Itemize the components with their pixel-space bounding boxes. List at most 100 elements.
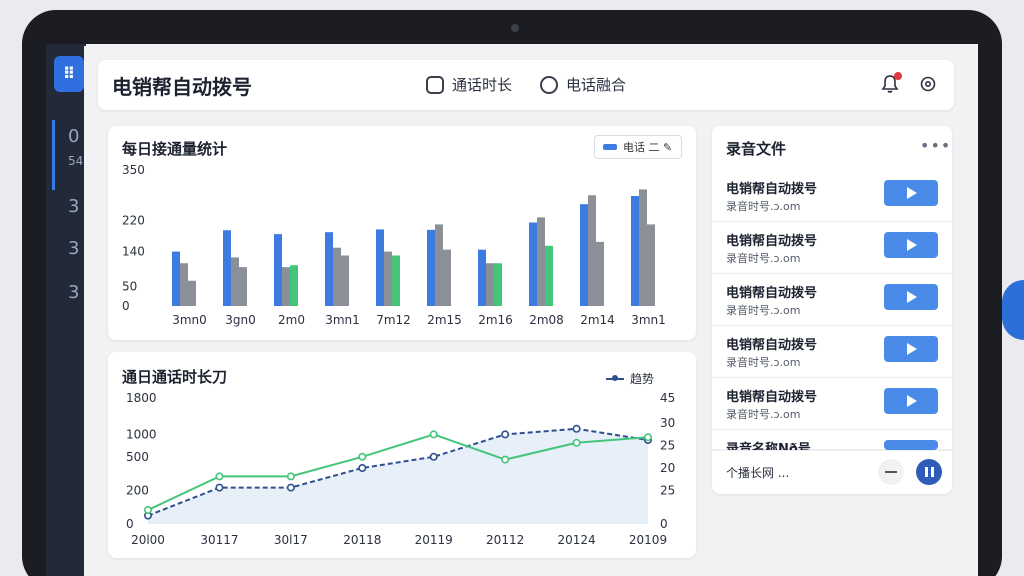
- data-point: [143, 506, 152, 515]
- nav-call-merge[interactable]: 电话融合: [540, 74, 626, 95]
- pause-icon: [930, 467, 934, 477]
- data-point: [215, 483, 224, 492]
- data-point: [501, 455, 510, 464]
- play-button[interactable]: [884, 232, 938, 258]
- recording-subtitle: 录音时号.ɔ.om: [726, 356, 801, 369]
- x-tick-label: 20124: [557, 533, 595, 547]
- y-tick-label-left: 500: [126, 450, 149, 464]
- recording-item[interactable]: 录音名称Nð号: [712, 430, 952, 457]
- y-tick-label-left: 1800: [126, 391, 157, 405]
- play-button[interactable]: [884, 336, 938, 362]
- x-tick-label: 7m12: [376, 313, 411, 327]
- bar: [325, 232, 333, 306]
- more-icon[interactable]: •••: [920, 136, 951, 155]
- recording-name: 电销帮自动拨号: [726, 182, 818, 197]
- bar: [333, 247, 341, 306]
- play-icon: [907, 187, 917, 199]
- recording-item[interactable]: 电销帮自动拨号 录音时号.ɔ.om: [712, 222, 952, 274]
- notification-badge: [894, 72, 902, 80]
- nav-label: 通话时长: [452, 76, 513, 94]
- audio-player-bar: 个播长网 ...: [712, 450, 952, 492]
- bar: [376, 229, 384, 306]
- x-tick-label: 2m16: [478, 313, 513, 327]
- bar: [545, 245, 553, 306]
- recording-name: 电销帮自动拨号: [726, 234, 818, 249]
- pause-button[interactable]: [916, 459, 942, 485]
- player-status: 个播长网 ...: [726, 466, 790, 480]
- stop-button[interactable]: [878, 459, 904, 485]
- y-tick-label-left: 200: [126, 483, 149, 497]
- bar: [282, 267, 290, 306]
- play-button[interactable]: [884, 440, 938, 450]
- recording-item[interactable]: 电销帮自动拨号 录音时号.ɔ.om: [712, 326, 952, 378]
- x-tick-label: 2m08: [529, 313, 564, 327]
- play-icon: [907, 395, 917, 407]
- bar: [596, 241, 604, 306]
- y-tick-label: 350: [122, 163, 145, 177]
- background-number: 54: [68, 154, 84, 168]
- recording-subtitle: 录音时号.ɔ.om: [726, 408, 801, 421]
- bar: [537, 217, 545, 306]
- data-point: [358, 452, 367, 461]
- bar: [180, 263, 188, 306]
- download-icon: [540, 75, 558, 94]
- y-tick-label-right: 25: [660, 483, 675, 497]
- x-tick-label: 20118: [343, 533, 381, 547]
- play-button[interactable]: [884, 180, 938, 206]
- data-point: [643, 433, 652, 442]
- gear-icon[interactable]: [918, 74, 938, 94]
- background-number: 3: [68, 282, 80, 303]
- y-tick-label: 50: [122, 280, 137, 294]
- bar: [427, 229, 435, 306]
- background-app-logo: ⠿: [54, 56, 84, 92]
- data-point: [572, 438, 581, 447]
- bar: [529, 222, 537, 306]
- nav-call-duration[interactable]: 通话时长: [426, 74, 512, 95]
- x-tick-label: 20l00: [131, 533, 165, 547]
- recording-name: 电销帮自动拨号: [726, 338, 818, 353]
- recording-subtitle: 录音时号.ɔ.om: [726, 200, 801, 213]
- y-tick-label-right: 25: [660, 439, 675, 453]
- line-chart-title: 通日通话时长刀: [122, 368, 228, 386]
- data-point: [501, 430, 510, 439]
- app-title: 电销帮自动拨号: [112, 75, 252, 99]
- bar-chart-title: 每日接通量统计: [122, 140, 228, 158]
- bar: [290, 265, 298, 306]
- line-chart-legend: 趋势: [606, 370, 654, 387]
- x-tick-label: 3mn1: [631, 313, 666, 327]
- data-point: [286, 483, 295, 492]
- bar: [231, 257, 239, 306]
- data-point: [429, 430, 438, 439]
- x-tick-label: 30117: [200, 533, 238, 547]
- recording-item[interactable]: 电销帮自动拨号 录音时号.ɔ.om: [712, 274, 952, 326]
- bar: [580, 204, 588, 306]
- y-tick-label: 140: [122, 245, 145, 259]
- y-tick-label-right: 45: [660, 391, 675, 405]
- bar: [639, 189, 647, 306]
- x-tick-label: 3mn0: [172, 313, 207, 327]
- bar: [435, 224, 443, 306]
- x-tick-label: 3mn1: [325, 313, 360, 327]
- recording-item[interactable]: 电销帮自动拨号 录音时号.ɔ.om: [712, 170, 952, 222]
- play-button[interactable]: [884, 388, 938, 414]
- legend-label: 趋势: [630, 372, 655, 386]
- legend-swatch: [603, 144, 617, 150]
- y-tick-label-left: 0: [126, 517, 134, 531]
- y-tick-label-right: 0: [660, 517, 668, 531]
- data-point: [286, 472, 295, 481]
- bar: [223, 230, 231, 306]
- y-tick-label-right: 20: [660, 461, 675, 475]
- data-point: [572, 424, 581, 433]
- recordings-title: 录音文件: [726, 140, 787, 158]
- recording-item[interactable]: 电销帮自动拨号 录音时号.ɔ.om: [712, 378, 952, 430]
- play-button[interactable]: [884, 284, 938, 310]
- data-point: [429, 452, 438, 461]
- bar: [188, 280, 196, 306]
- pause-icon: [924, 467, 928, 477]
- bar-chart-legend[interactable]: 电话 二 ✎: [594, 135, 682, 159]
- background-number: 3: [68, 238, 80, 259]
- background-number: 0: [68, 126, 80, 147]
- bar: [494, 263, 502, 306]
- x-tick-label: 2m15: [427, 313, 462, 327]
- data-point: [358, 464, 367, 473]
